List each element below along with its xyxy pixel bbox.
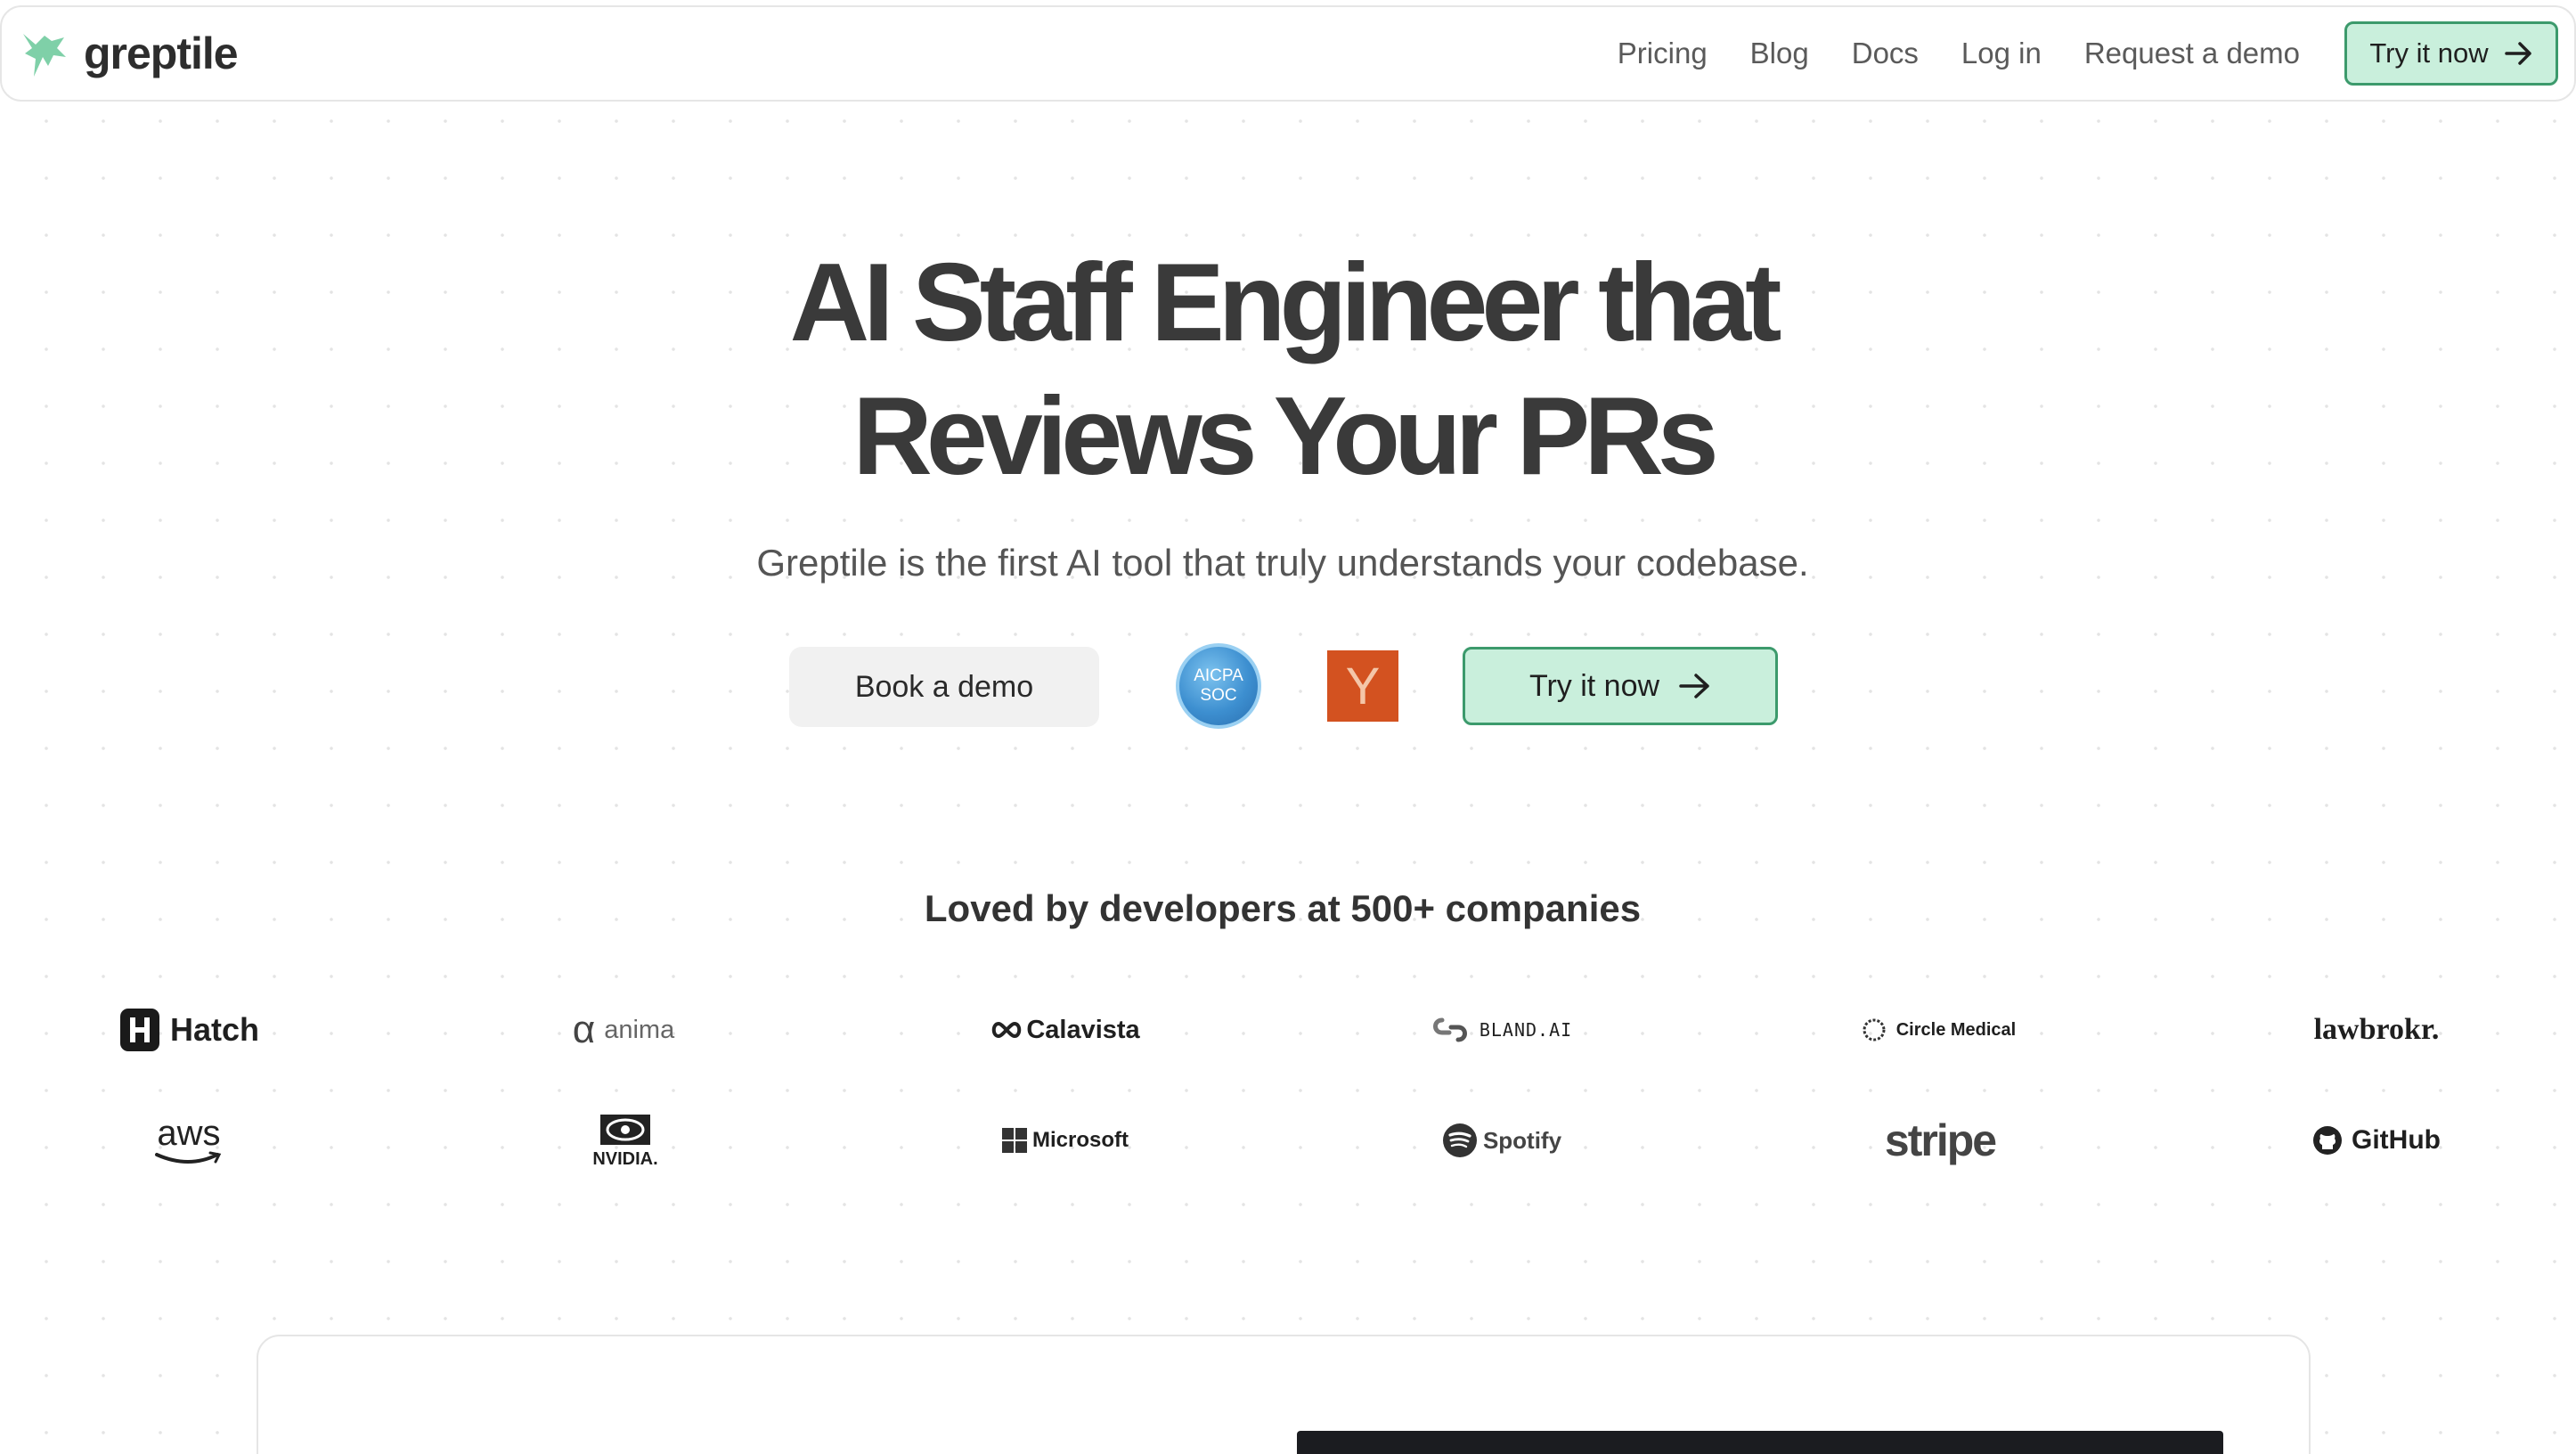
arrow-right-icon	[2504, 42, 2531, 65]
logo-circle-medical: Circle Medical	[1805, 994, 2072, 1066]
brand-name: greptile	[84, 29, 239, 78]
logo-github: GitHub	[2243, 1105, 2510, 1176]
nav-link-request-demo[interactable]: Request a demo	[2084, 37, 2300, 70]
book-demo-button[interactable]: Book a demo	[789, 647, 1099, 727]
nav-link-login[interactable]: Log in	[1961, 37, 2042, 70]
hero-title-line1: AI Staff Engineer that	[789, 241, 1782, 364]
hero-try-label: Try it now	[1528, 668, 1660, 703]
hero-try-it-now-button[interactable]: Try it now	[1463, 647, 1778, 725]
hero-title: AI Staff Engineer that Reviews Your PRs	[0, 236, 2565, 503]
arrow-right-icon	[1679, 674, 1709, 698]
nav-link-docs[interactable]: Docs	[1852, 37, 1919, 70]
logo-aws-text: aws	[157, 1114, 221, 1153]
alpha-icon: α	[572, 1008, 596, 1051]
logo-hatch-text: Hatch	[169, 1011, 260, 1048]
hero-title-line2: Reviews Your PRs	[852, 375, 1718, 498]
soc-badge-line1: AICPA	[1194, 666, 1243, 685]
github-icon	[2313, 1126, 2342, 1155]
code-preview-panel	[1297, 1431, 2223, 1454]
logo-aws: aws	[55, 1105, 322, 1176]
logo-microsoft-text: Microsoft	[1032, 1128, 1129, 1152]
logo-calavista-text: Calavista	[1026, 1015, 1140, 1044]
logo-nvidia-text: NVIDIA.	[592, 1149, 658, 1169]
brand-home-link[interactable]: greptile	[18, 27, 239, 80]
logo-stripe-text: stripe	[1884, 1115, 1997, 1165]
company-logos-row-1: Hatch α anima Calavista BLAND.AI Circle …	[0, 994, 2565, 1066]
spotify-icon	[1442, 1123, 1477, 1157]
logo-spotify-text: Spotify	[1482, 1126, 1562, 1154]
logo-calavista: Calavista	[932, 994, 1199, 1066]
nvidia-eye-icon	[600, 1115, 650, 1145]
link-chain-icon	[1432, 1017, 1467, 1042]
soc-badge: AICPA SOC	[1176, 643, 1261, 729]
logo-lawbrokr-text: lawbrokr.	[2313, 1013, 2440, 1046]
circle-dots-icon	[1863, 1018, 1886, 1041]
lizard-icon	[23, 34, 66, 77]
logo-stripe: stripe	[1806, 1105, 2074, 1176]
nav-link-pricing[interactable]: Pricing	[1618, 37, 1708, 70]
company-logos-row-2: aws NVIDIA. Microsoft Spotify stripe Git…	[0, 1105, 2565, 1176]
logo-github-text: GitHub	[2352, 1125, 2441, 1155]
top-navbar: greptile Pricing Blog Docs Log in Reques…	[0, 5, 2576, 102]
logo-bland-ai-text: BLAND.AI	[1479, 1019, 1573, 1041]
logo-anima-text: anima	[604, 1015, 675, 1044]
hero-subtitle: Greptile is the first AI tool that truly…	[756, 542, 1809, 584]
logo-circle-medical-text: Circle Medical	[1895, 1019, 2017, 1040]
nav-try-it-now-button[interactable]: Try it now	[2344, 21, 2558, 86]
logo-bland-ai: BLAND.AI	[1367, 994, 1634, 1066]
infinity-icon	[992, 1021, 1022, 1039]
logo-nvidia: NVIDIA.	[492, 1105, 759, 1176]
soc-badge-line2: SOC	[1200, 686, 1237, 705]
smile-arrow-icon	[155, 1151, 222, 1164]
logo-anima: α anima	[490, 994, 757, 1066]
logo-hatch: Hatch	[55, 994, 322, 1066]
nav-try-label: Try it now	[2369, 37, 2489, 69]
logo-spotify: Spotify	[1368, 1105, 1635, 1176]
social-proof-heading: Loved by developers at 500+ companies	[924, 887, 1642, 929]
nav-link-blog[interactable]: Blog	[1750, 37, 1809, 70]
hatch-icon	[119, 1009, 159, 1051]
windows-grid-icon	[1002, 1128, 1027, 1153]
logo-microsoft: Microsoft	[932, 1105, 1199, 1176]
nav-links: Pricing Blog Docs Log in Request a demo …	[1575, 21, 2558, 86]
logo-lawbrokr: lawbrokr.	[2243, 994, 2510, 1066]
ycombinator-badge: Y	[1327, 650, 1398, 722]
